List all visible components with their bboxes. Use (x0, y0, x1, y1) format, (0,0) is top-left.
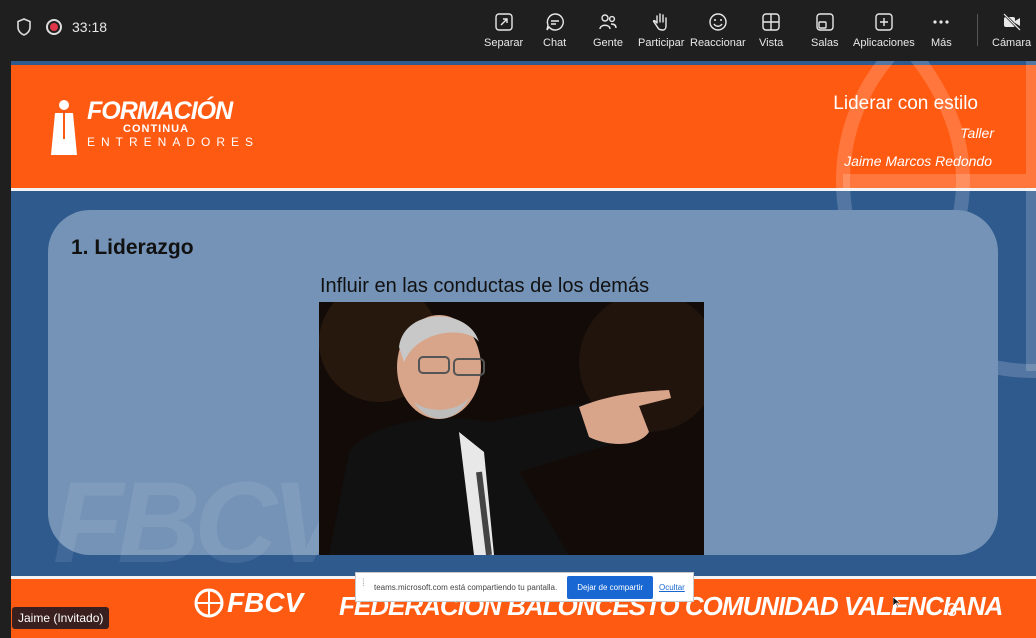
view-icon (762, 13, 780, 31)
reaccionar-label: Reaccionar (690, 37, 746, 49)
sharing-notification-bar: ⁞ teams.microsoft.com está compartiendo … (355, 572, 694, 602)
pop-out-icon (494, 13, 513, 31)
page-number: 3 (947, 600, 958, 620)
coach-photo (319, 302, 704, 555)
slide-subtitle: Taller (960, 125, 994, 141)
gente-button[interactable]: Gente (593, 12, 623, 49)
recording-icon (46, 19, 62, 35)
mouse-cursor-icon (893, 597, 900, 607)
reaccionar-button[interactable]: Reaccionar (690, 12, 746, 49)
aplicaciones-button[interactable]: Aplicaciones (853, 12, 915, 49)
logo-line1: FORMACIÓN (87, 97, 233, 125)
participant-name-tag: Jaime (Invitado) (12, 607, 110, 629)
rooms-icon (816, 13, 834, 31)
camara-button[interactable]: Cámara (992, 12, 1031, 49)
slide-author: Jaime Marcos Redondo (844, 153, 992, 169)
toolbar-left: 33:18 (16, 18, 107, 36)
drag-handle-icon[interactable]: ⁞ (362, 579, 368, 594)
basketball-icon (194, 588, 224, 618)
coach-figure-icon (51, 100, 77, 155)
fbcv-watermark: FBCV (53, 459, 348, 587)
gente-label: Gente (593, 37, 623, 49)
participar-label: Participar (638, 37, 685, 49)
section-heading: 1. Liderazgo (71, 236, 194, 259)
hide-link[interactable]: Ocultar (659, 583, 685, 592)
coach-pointing-illustration (319, 302, 704, 555)
chat-icon (545, 13, 564, 31)
participar-button[interactable]: Participar (638, 12, 684, 49)
toolbar-divider (977, 14, 978, 46)
raise-hand-icon (653, 13, 667, 31)
shared-screen: FORMACIÓN CONTINUA ENTRENADORES Liderar … (11, 61, 1036, 638)
vista-label: Vista (759, 37, 784, 49)
formacion-logo: FORMACIÓN CONTINUA ENTRENADORES (47, 99, 259, 155)
photo-caption: Influir en las conductas de los demás (320, 275, 650, 297)
sharing-message: teams.microsoft.com está compartiendo tu… (374, 582, 558, 592)
mas-label: Más (931, 37, 952, 49)
shield-icon (17, 18, 31, 36)
salas-button[interactable]: Salas (811, 12, 839, 49)
camara-label: Cámara (992, 37, 1032, 49)
slide-title: Liderar con estilo (833, 93, 978, 114)
fbcv-logo: FBCV (193, 587, 303, 619)
stop-sharing-button[interactable]: Dejar de compartir (567, 575, 654, 599)
more-icon (933, 20, 949, 24)
meeting-toolbar: 33:18 Separar Chat Gente Participar Reac… (0, 0, 1036, 61)
chat-label: Chat (543, 37, 567, 49)
aplicaciones-label: Aplicaciones (853, 37, 915, 49)
meeting-timer: 33:18 (72, 19, 108, 35)
chat-button[interactable]: Chat (543, 12, 566, 49)
salas-label: Salas (811, 37, 839, 49)
separar-label: Separar (484, 37, 524, 49)
react-icon (709, 13, 727, 31)
mas-button[interactable]: Más (931, 12, 952, 49)
people-icon (599, 14, 617, 30)
vista-button[interactable]: Vista (759, 12, 783, 49)
apps-icon (875, 13, 893, 31)
logo-line3: ENTRENADORES (87, 135, 260, 149)
separar-button[interactable]: Separar (484, 12, 523, 49)
camera-off-icon (1002, 13, 1021, 31)
fbcv-logo-text: FBCV (227, 587, 304, 618)
